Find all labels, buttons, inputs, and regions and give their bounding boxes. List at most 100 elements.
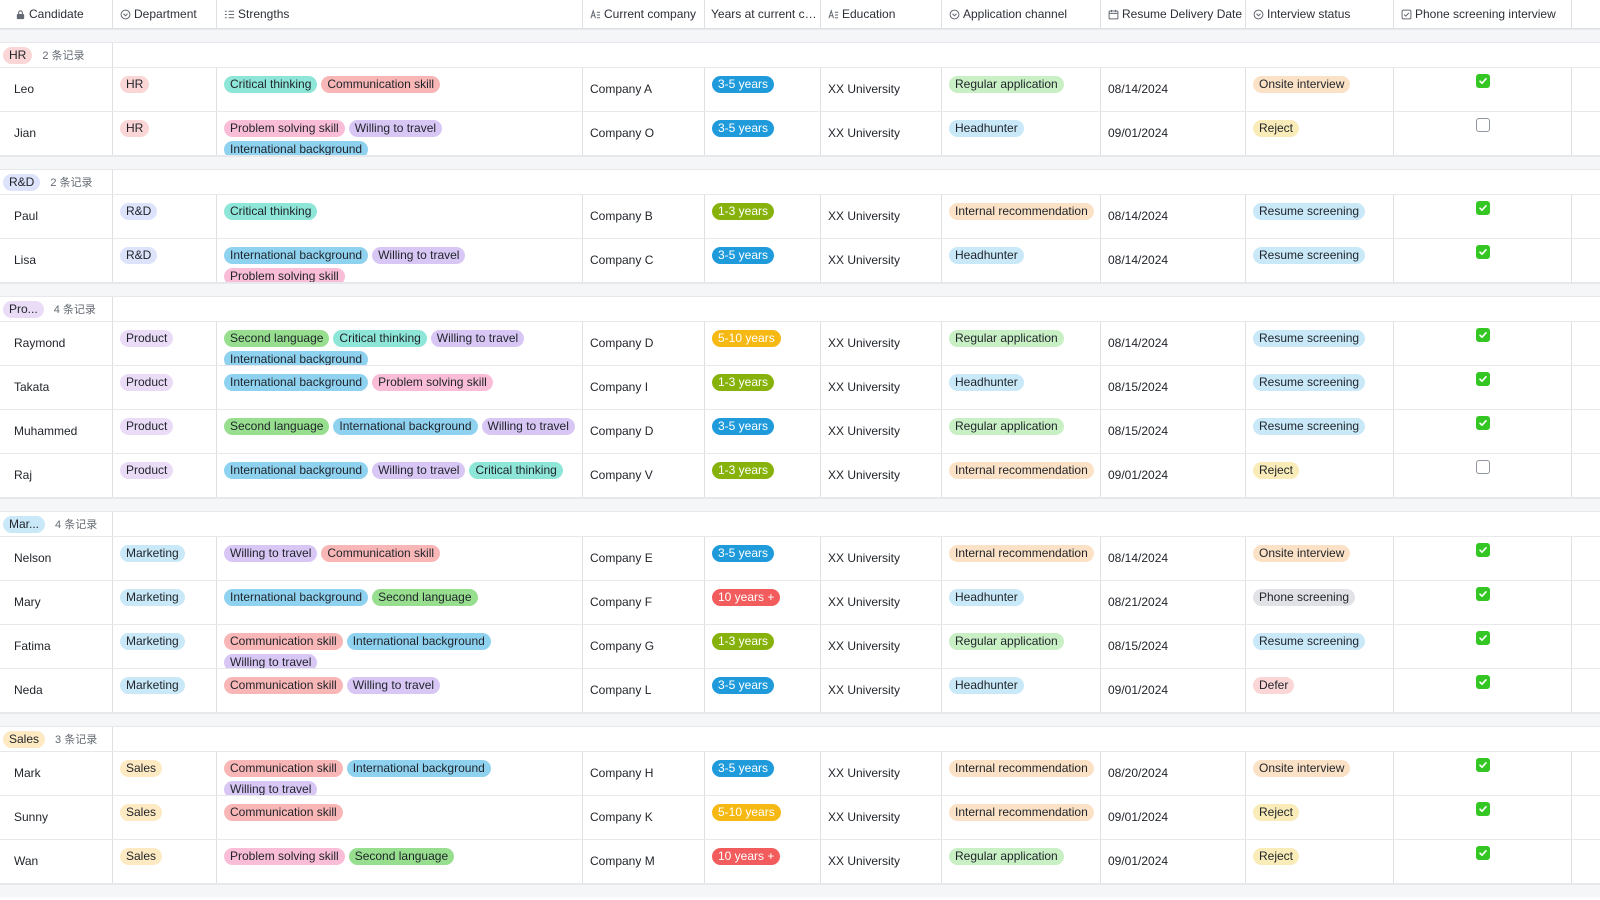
years-cell[interactable]: 1-3 years: [705, 625, 821, 668]
phone-screening-cell[interactable]: [1394, 195, 1572, 238]
phone-screening-cell[interactable]: [1394, 537, 1572, 580]
strengths-cell[interactable]: Communication skill International backgro…: [217, 752, 583, 795]
strengths-cell[interactable]: International background Willing to trave…: [217, 454, 583, 497]
channel-cell[interactable]: Regular application: [942, 410, 1101, 453]
channel-cell[interactable]: Internal recommendation: [942, 796, 1101, 839]
interview-status-cell[interactable]: Phone screening: [1246, 581, 1394, 624]
checkbox-checked[interactable]: [1475, 631, 1490, 645]
phone-screening-cell[interactable]: [1394, 68, 1572, 111]
company-cell[interactable]: Company H: [583, 752, 705, 795]
years-cell[interactable]: 3-5 years: [705, 537, 821, 580]
education-cell[interactable]: XX University: [821, 752, 942, 795]
table-row[interactable]: Wan Sales Problem solving skill Second lang…: [0, 840, 1600, 884]
table-row[interactable]: Takata Product International background Pro…: [0, 366, 1600, 410]
phone-screening-cell[interactable]: [1394, 752, 1572, 795]
phone-screening-cell[interactable]: [1394, 625, 1572, 668]
candidate-cell[interactable]: Takata: [0, 366, 113, 409]
delivery-date-cell[interactable]: 08/15/2024: [1101, 625, 1246, 668]
department-cell[interactable]: Product: [113, 322, 217, 365]
interview-status-cell[interactable]: Resume screening: [1246, 322, 1394, 365]
phone-screening-cell[interactable]: [1394, 796, 1572, 839]
checkbox-checked[interactable]: [1475, 201, 1490, 215]
table-row[interactable]: Raymond Product Second language Critical th…: [0, 322, 1600, 366]
checkbox-checked[interactable]: [1475, 587, 1490, 601]
delivery-date-cell[interactable]: 09/01/2024: [1101, 669, 1246, 712]
education-cell[interactable]: XX University: [821, 68, 942, 111]
channel-cell[interactable]: Internal recommendation: [942, 454, 1101, 497]
column-header-education[interactable]: Education: [821, 0, 942, 28]
candidate-cell[interactable]: Leo: [0, 68, 113, 111]
channel-cell[interactable]: Headhunter: [942, 581, 1101, 624]
table-row[interactable]: Lisa R&D International background Willing t…: [0, 239, 1600, 283]
company-cell[interactable]: Company E: [583, 537, 705, 580]
interview-status-cell[interactable]: Onsite interview: [1246, 68, 1394, 111]
table-row[interactable]: Leo HR Critical thinking Communication skil…: [0, 68, 1600, 112]
strengths-cell[interactable]: Communication skill: [217, 796, 583, 839]
company-cell[interactable]: Company F: [583, 581, 705, 624]
group-name-badge[interactable]: Mar...: [3, 515, 46, 533]
company-cell[interactable]: Company O: [583, 112, 705, 155]
education-cell[interactable]: XX University: [821, 840, 942, 883]
group-header[interactable]: R&D 2 条记录: [0, 169, 1600, 195]
interview-status-cell[interactable]: Resume screening: [1246, 410, 1394, 453]
table-row[interactable]: Paul R&D Critical thinking Company B 1-3 yea…: [0, 195, 1600, 239]
interview-status-cell[interactable]: Onsite interview: [1246, 752, 1394, 795]
group-name-badge[interactable]: Pro...: [3, 300, 44, 318]
department-cell[interactable]: Product: [113, 454, 217, 497]
delivery-date-cell[interactable]: 08/14/2024: [1101, 239, 1246, 282]
years-cell[interactable]: 10 years +: [705, 581, 821, 624]
column-header-channel[interactable]: Application channel: [942, 0, 1101, 28]
checkbox-checked[interactable]: [1475, 758, 1490, 772]
candidate-cell[interactable]: Jian: [0, 112, 113, 155]
strengths-cell[interactable]: Communication skill International backgro…: [217, 625, 583, 668]
checkbox-checked[interactable]: [1475, 846, 1490, 860]
table-row[interactable]: Fatima Marketing Communication skill Intern…: [0, 625, 1600, 669]
years-cell[interactable]: 1-3 years: [705, 366, 821, 409]
department-cell[interactable]: R&D: [113, 239, 217, 282]
department-cell[interactable]: Sales: [113, 796, 217, 839]
delivery-date-cell[interactable]: 08/15/2024: [1101, 366, 1246, 409]
department-cell[interactable]: Sales: [113, 840, 217, 883]
candidate-cell[interactable]: Paul: [0, 195, 113, 238]
department-cell[interactable]: Product: [113, 410, 217, 453]
years-cell[interactable]: 5-10 years: [705, 322, 821, 365]
interview-status-cell[interactable]: Resume screening: [1246, 195, 1394, 238]
table-row[interactable]: Mary Marketing International background Sec…: [0, 581, 1600, 625]
table-row[interactable]: Muhammed Product Second language Internatio…: [0, 410, 1600, 454]
channel-cell[interactable]: Headhunter: [942, 239, 1101, 282]
interview-status-cell[interactable]: Reject: [1246, 454, 1394, 497]
education-cell[interactable]: XX University: [821, 366, 942, 409]
checkbox-checked[interactable]: [1475, 543, 1490, 557]
education-cell[interactable]: XX University: [821, 454, 942, 497]
strengths-cell[interactable]: International background Second language: [217, 581, 583, 624]
candidate-cell[interactable]: Sunny: [0, 796, 113, 839]
candidate-cell[interactable]: Lisa: [0, 239, 113, 282]
education-cell[interactable]: XX University: [821, 239, 942, 282]
group-header[interactable]: Sales 3 条记录: [0, 726, 1600, 752]
checkbox-checked[interactable]: [1475, 328, 1490, 342]
candidate-cell[interactable]: Nelson: [0, 537, 113, 580]
channel-cell[interactable]: Headhunter: [942, 669, 1101, 712]
department-cell[interactable]: HR: [113, 68, 217, 111]
phone-screening-cell[interactable]: [1394, 366, 1572, 409]
strengths-cell[interactable]: Second language Critical thinking Willing …: [217, 322, 583, 365]
years-cell[interactable]: 5-10 years: [705, 796, 821, 839]
department-cell[interactable]: Marketing: [113, 537, 217, 580]
company-cell[interactable]: Company K: [583, 796, 705, 839]
table-row[interactable]: Nelson Marketing Willing to travel Communic…: [0, 537, 1600, 581]
years-cell[interactable]: 3-5 years: [705, 752, 821, 795]
column-header-phone[interactable]: Phone screening interview: [1394, 0, 1572, 28]
interview-status-cell[interactable]: Reject: [1246, 840, 1394, 883]
group-header[interactable]: Mar... 4 条记录: [0, 511, 1600, 537]
company-cell[interactable]: Company C: [583, 239, 705, 282]
department-cell[interactable]: Marketing: [113, 625, 217, 668]
delivery-date-cell[interactable]: 08/14/2024: [1101, 537, 1246, 580]
checkbox-checked[interactable]: [1475, 245, 1490, 259]
department-cell[interactable]: Sales: [113, 752, 217, 795]
company-cell[interactable]: Company L: [583, 669, 705, 712]
group-name-badge[interactable]: R&D: [3, 173, 41, 191]
table-row[interactable]: Raj Product International background Willin…: [0, 454, 1600, 498]
checkbox-unchecked[interactable]: [1475, 460, 1490, 474]
strengths-cell[interactable]: Communication skill Willing to travel: [217, 669, 583, 712]
checkbox-checked[interactable]: [1475, 416, 1490, 430]
